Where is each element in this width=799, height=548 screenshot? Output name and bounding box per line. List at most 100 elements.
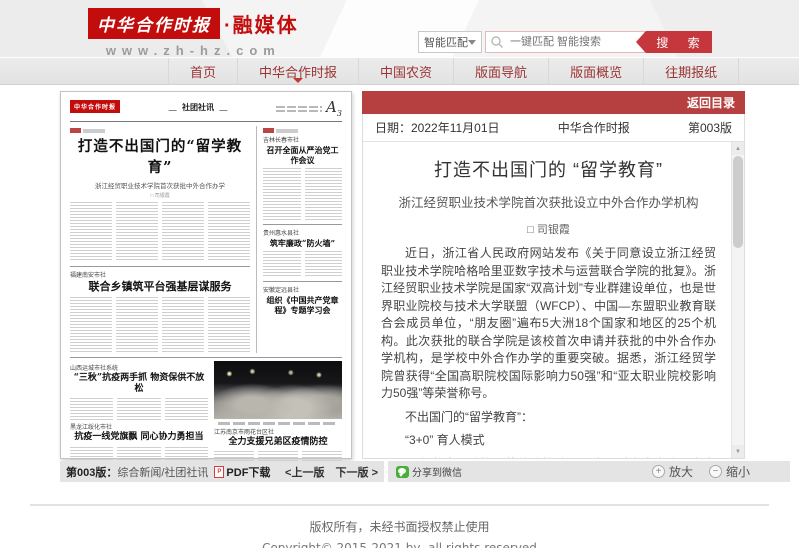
scroll-up-icon[interactable]: ▲: [732, 142, 744, 155]
preview-main-subheadline: 浙江经贸职业技术学院首次获批中外合作办学: [70, 180, 250, 190]
nav-item-home[interactable]: 首页: [168, 58, 238, 84]
preview-main-column: 打造不出国门的“留学教育” 浙江经贸职业技术学院首次获批中外合作办学 □ 司银霞…: [70, 126, 256, 353]
story-region: 福建南安市社: [70, 270, 250, 279]
article-box: 打造不出国门的 “留学教育” 浙江经贸职业技术学院首次获批设立中外合作办学机构 …: [363, 141, 744, 458]
preview-page-number: A3: [326, 100, 342, 118]
story-headline: 召开全面从严治党工作会议: [263, 145, 342, 165]
next-page-button[interactable]: 下一版 >: [336, 467, 378, 479]
section-rule: [263, 281, 342, 282]
fake-text-columns: [263, 168, 342, 220]
article-scrollbar[interactable]: ▲ ▼: [731, 142, 744, 458]
story-region: 贵州惠水县社: [263, 228, 342, 237]
nav-item-page-overview[interactable]: 版面概览: [549, 58, 644, 84]
pdf-icon: P: [214, 466, 224, 478]
preview-main-headline: 打造不出国门的“留学教育”: [70, 135, 250, 177]
story-region: 山西运城市社系统: [70, 363, 208, 372]
fake-text-columns: [263, 251, 342, 277]
story-headline: 筑牢廉政“防火墙”: [263, 238, 342, 248]
preview-masthead-logo: 中华合作时报: [70, 100, 120, 113]
article-paper-name: 中华合作时报: [558, 119, 630, 136]
story-region: 安徽定远县社: [263, 285, 342, 294]
zoom-in-button[interactable]: + 放大: [652, 463, 693, 480]
logo-box: 中华合作时报: [88, 8, 220, 39]
story-headline: 抗疫一线党旗飘 同心协力勇担当: [70, 432, 208, 443]
photo-caption-line: [218, 422, 338, 425]
story-headline: 联合乡镇筑平台强基层谋服务: [70, 280, 250, 294]
search-mode-value: 智能匹配: [424, 34, 468, 50]
fake-text-columns: [70, 297, 250, 353]
footer-divider: [30, 504, 769, 506]
preview-sidebar: 吉林长春市社 召开全面从严治党工作会议 贵州惠水县社 筑牢廉政“防火墙” 安徽定…: [256, 126, 342, 353]
copyright-line: Copyright© 2015-2021 by .all rights rese…: [0, 541, 799, 548]
story-headline: “三秋”抗疫两手抓 物资保供不放松: [70, 373, 208, 396]
preview-masthead: 中华合作时报 社团社讯 A3: [70, 100, 342, 118]
article-reader: 返回目录 日期：2022年11月01日 中华合作时报 第003版 打造不出国门的…: [362, 91, 745, 459]
search-input[interactable]: [485, 31, 645, 53]
site-footer: 版权所有，未经书面授权禁止使用 Copyright© 2015-2021 by …: [0, 518, 799, 548]
preview-masthead-meta: A3: [276, 100, 342, 118]
zoom-controls: + 放大 − 缩小: [652, 463, 750, 480]
site-header: 中华合作时报 ·融媒体 www.zh-hz.com 智能匹配 搜 索: [0, 0, 799, 57]
search-box: 搜 索: [485, 31, 712, 53]
bottom-toolbars: 第003版： 综合新闻/社团社讯 P PDF下载 <上一版 下一版 > 分享到微…: [60, 461, 799, 482]
article-paragraph: 不出国门的“留学教育”：: [381, 409, 716, 427]
active-tab-indicator-icon: [293, 78, 303, 83]
reader-header-bar: 返回目录: [362, 91, 745, 114]
newspaper-preview[interactable]: 中华合作时报 社团社讯 A3 打造不出国门的“留学教育” 浙江经贸职业技术学院首…: [60, 91, 352, 459]
section-marker: [263, 128, 342, 133]
chevron-down-icon: [468, 40, 476, 45]
minus-icon: −: [709, 465, 722, 478]
search-mode-select[interactable]: 智能匹配: [418, 31, 482, 53]
reader-body: 日期：2022年11月01日 中华合作时报 第003版 打造不出国门的 “留学教…: [362, 114, 745, 459]
search-button[interactable]: 搜 索: [636, 31, 712, 53]
story-region: 吉林长春市社: [263, 135, 342, 144]
brand-block: 中华合作时报 ·融媒体 www.zh-hz.com: [88, 8, 299, 58]
preview-bottom-band: 山西运城市社系统 “三秋”抗疫两手抓 物资保供不放松 黑龙江绥化市社 抗疫一线党…: [70, 361, 342, 467]
preview-body: 打造不出国门的“留学教育” 浙江经贸职业技术学院首次获批中外合作办学 □ 司银霞…: [70, 126, 342, 353]
news-photo: [214, 361, 342, 419]
article-title: 打造不出国门的 “留学教育”: [381, 156, 716, 182]
page-pagination: <上一版 下一版 >: [277, 464, 378, 480]
site-url: www.zh-hz.com: [88, 43, 299, 58]
section-marker: [70, 128, 250, 133]
scroll-down-icon[interactable]: ▼: [732, 445, 744, 458]
preview-section-tab: 社团社讯: [172, 100, 224, 115]
story-headline: 全力支援兄弟区疫情防控: [214, 437, 342, 448]
page-root: 中华合作时报 ·融媒体 www.zh-hz.com 智能匹配 搜 索 首页 中华…: [0, 0, 799, 548]
preview-bottom-left: 山西运城市社系统 “三秋”抗疫两手抓 物资保供不放松 黑龙江绥化市社 抗疫一线党…: [70, 361, 208, 467]
article-paragraph: 近日，浙江省人民政府网站发布《关于同意设立浙江经贸职业技术学院哈格哈里亚数字技术…: [381, 245, 716, 403]
zoom-out-button[interactable]: − 缩小: [709, 463, 750, 480]
main-content: 中华合作时报 社团社讯 A3 打造不出国门的“留学教育” 浙江经贸职业技术学院首…: [60, 91, 799, 459]
main-nav: 首页 中华合作时报 中国农资 版面导航 版面概览 往期报纸: [0, 57, 799, 85]
section-rule: [70, 357, 342, 358]
nav-item-past-issues[interactable]: 往期报纸: [644, 58, 739, 84]
wechat-share-button[interactable]: 分享到微信: [396, 464, 462, 479]
nav-item-zhhzsb[interactable]: 中华合作时报: [238, 58, 359, 84]
preview-meta-lines: [276, 104, 322, 114]
fake-text-columns: [70, 202, 250, 262]
article-date: 日期：2022年11月01日: [375, 119, 500, 136]
story-region: 江苏南京市雨花台区社: [214, 427, 342, 436]
nav-item-zgnz[interactable]: 中国农资: [359, 58, 454, 84]
toolbar-section-label: 综合新闻/社团社讯: [117, 464, 208, 480]
prev-page-button[interactable]: <上一版: [285, 467, 324, 479]
preview-bottom-right: 江苏南京市雨花台区社 全力支援兄弟区疫情防控: [214, 361, 342, 467]
article-content: 打造不出国门的 “留学教育” 浙江经贸职业技术学院首次获批设立中外合作办学机构 …: [363, 142, 730, 458]
article-page-number: 第003版: [688, 119, 732, 136]
scrollbar-thumb[interactable]: [733, 156, 743, 248]
back-to-toc-link[interactable]: 返回目录: [687, 94, 735, 111]
wechat-share-label: 分享到微信: [412, 464, 462, 479]
article-paragraph: “3+0” 育人模式: [381, 432, 716, 450]
article-meta-row: 日期：2022年11月01日 中华合作时报 第003版: [363, 114, 744, 141]
article-toolbar: 分享到微信 + 放大 − 缩小: [388, 461, 790, 482]
plus-icon: +: [652, 465, 665, 478]
nav-item-page-nav[interactable]: 版面导航: [454, 58, 549, 84]
story-headline: 组织《中国共产党章程》专题学习会: [263, 295, 342, 315]
zoom-in-label: 放大: [669, 463, 693, 480]
search-icon: [490, 35, 504, 54]
section-rule: [263, 224, 342, 225]
search-bar: 智能匹配 搜 索: [418, 31, 712, 53]
article-author: □ 司银霞: [381, 221, 716, 237]
masthead-rule: [70, 121, 342, 122]
pdf-download-button[interactable]: PDF下载: [226, 464, 270, 480]
